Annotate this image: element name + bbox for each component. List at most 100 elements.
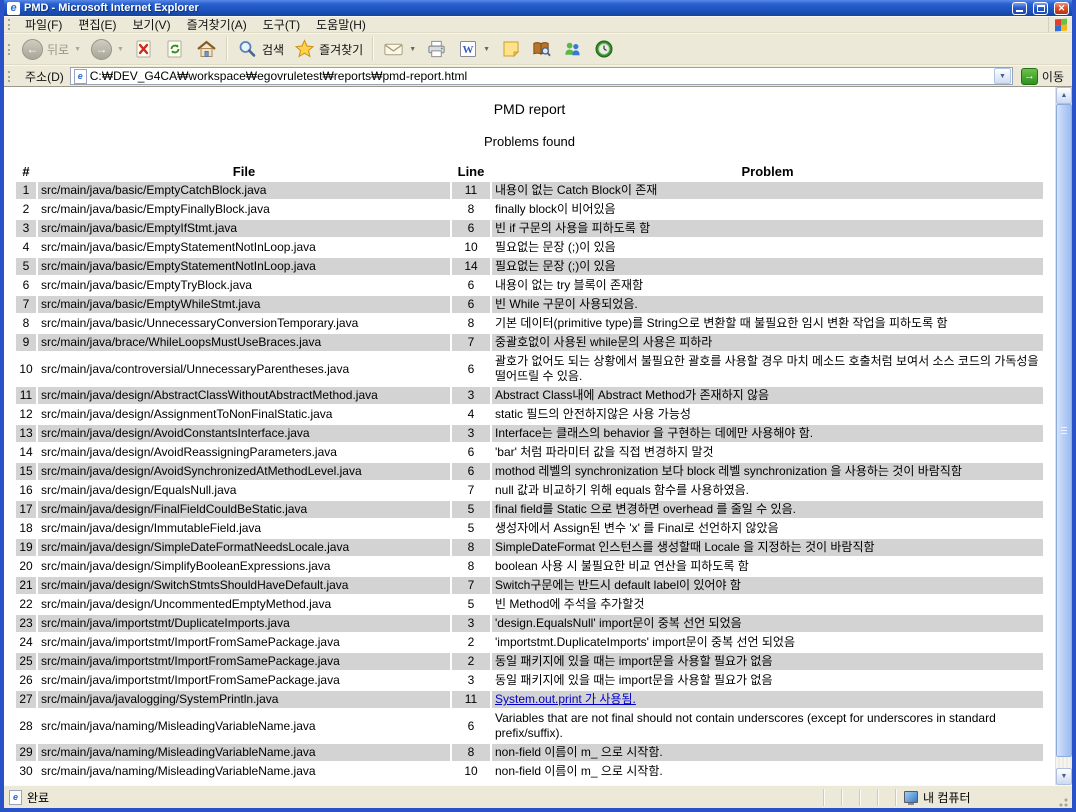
menu-item[interactable]: 파일(F) — [17, 17, 70, 33]
back-dropdown-icon: ▼ — [74, 46, 81, 53]
row-file: src/main/java/importstmt/ImportFromSameP… — [38, 653, 450, 670]
scroll-down-button[interactable]: ▼ — [1056, 768, 1072, 785]
row-problem: Interface는 클래스의 behavior 을 구현하는 데에만 사용해야… — [495, 426, 813, 440]
row-problem: non-field 이름이 m_ 으로 시작함. — [495, 745, 663, 759]
row-file: src/main/java/basic/EmptyWhileStmt.java — [38, 296, 450, 313]
scroll-up-button[interactable]: ▲ — [1056, 87, 1072, 104]
go-arrow-icon: → — [1021, 68, 1038, 85]
menu-item[interactable]: 즐겨찾기(A) — [179, 17, 255, 33]
maximize-button[interactable] — [1033, 2, 1048, 15]
my-computer-icon — [904, 791, 918, 803]
row-number: 8 — [16, 315, 36, 332]
row-file: src/main/java/naming/MisleadingVariableN… — [38, 710, 450, 742]
row-problem: finally block이 비어있음 — [495, 202, 616, 216]
minimize-button[interactable] — [1012, 2, 1027, 15]
row-line: 3 — [452, 387, 490, 404]
table-row: 29 src/main/java/naming/MisleadingVariab… — [16, 744, 1043, 761]
row-number: 4 — [16, 239, 36, 256]
addressbar-grip[interactable] — [8, 71, 13, 82]
print-button[interactable] — [421, 35, 452, 63]
row-number: 20 — [16, 558, 36, 575]
table-row: 8 src/main/java/basic/UnnecessaryConvers… — [16, 315, 1043, 332]
row-problem: non-field 이름이 m_ 으로 시작함. — [495, 764, 663, 778]
svg-text:W: W — [462, 44, 473, 56]
discuss-button[interactable] — [495, 35, 526, 63]
address-dropdown-button[interactable]: ▼ — [994, 68, 1011, 84]
table-row: 1 src/main/java/basic/EmptyCatchBlock.ja… — [16, 182, 1043, 199]
row-problem: 기본 데이터(primitive type)를 String으로 변환할 때 불… — [495, 316, 948, 330]
status-pane — [859, 789, 877, 806]
stop-icon — [134, 39, 155, 60]
address-input[interactable]: e C:₩DEV_G4CA₩workspace₩egovruletest₩rep… — [70, 67, 1013, 85]
research-button[interactable] — [526, 35, 557, 63]
edit-dropdown-icon: ▼ — [483, 46, 490, 53]
row-line: 4 — [452, 406, 490, 423]
row-line: 5 — [452, 596, 490, 613]
stop-button[interactable] — [129, 35, 160, 63]
menu-item[interactable]: 편집(E) — [70, 17, 124, 33]
go-button[interactable]: → 이동 — [1021, 68, 1064, 85]
search-label: 검색 — [262, 41, 284, 58]
row-line: 8 — [452, 558, 490, 575]
mail-button[interactable]: ▼ — [378, 35, 421, 63]
status-text: 완료 — [27, 789, 49, 806]
close-button[interactable]: ✕ — [1054, 2, 1069, 15]
row-number: 5 — [16, 258, 36, 275]
row-number: 19 — [16, 539, 36, 556]
row-number: 24 — [16, 634, 36, 651]
row-line: 6 — [452, 353, 490, 385]
row-number: 28 — [16, 710, 36, 742]
row-line: 2 — [452, 634, 490, 651]
row-file: src/main/java/design/SimplifyBooleanExpr… — [38, 558, 450, 575]
scroll-thumb[interactable] — [1056, 104, 1072, 757]
scroll-track[interactable] — [1056, 104, 1072, 768]
status-pane — [841, 789, 859, 806]
browser-window: e PMD - Microsoft Internet Explorer ✕ 파일… — [0, 0, 1076, 812]
page-icon: e — [74, 69, 87, 84]
row-file: src/main/java/naming/MisleadingVariableN… — [38, 763, 450, 780]
table-row: 30 src/main/java/naming/MisleadingVariab… — [16, 763, 1043, 780]
vertical-scrollbar[interactable]: ▲ ▼ — [1055, 87, 1072, 785]
row-problem: Abstract Class내에 Abstract Method가 존재하지 않… — [495, 388, 769, 402]
row-problem: final field를 Static 으로 변경하면 overhead 를 줄… — [495, 502, 796, 516]
table-row: 7 src/main/java/basic/EmptyWhileStmt.jav… — [16, 296, 1043, 313]
favorites-button[interactable]: 즐겨찾기 — [289, 35, 368, 63]
security-zone-pane: 내 컴퓨터 — [895, 789, 1055, 806]
problem-link[interactable]: System.out.print 가 사용됨. — [495, 692, 636, 706]
row-file: src/main/java/design/AvoidReassigningPar… — [38, 444, 450, 461]
history-button[interactable] — [588, 35, 619, 63]
menu-item[interactable]: 보기(V) — [124, 17, 178, 33]
word-icon: W — [457, 39, 478, 60]
back-button[interactable]: ← 뒤로 ▼ — [17, 35, 86, 63]
refresh-button[interactable] — [160, 35, 191, 63]
table-row: 26 src/main/java/importstmt/ImportFromSa… — [16, 672, 1043, 689]
table-row: 25 src/main/java/importstmt/ImportFromSa… — [16, 653, 1043, 670]
row-problem: 'importstmt.DuplicateImports' import문이 중… — [495, 635, 795, 649]
row-number: 9 — [16, 334, 36, 351]
toolbar-grip-2[interactable] — [8, 44, 13, 55]
search-button[interactable]: 검색 — [232, 35, 289, 63]
row-number: 29 — [16, 744, 36, 761]
resize-grip[interactable] — [1055, 794, 1069, 808]
header-file: File — [38, 163, 450, 180]
row-line: 6 — [452, 710, 490, 742]
row-line: 6 — [452, 444, 490, 461]
forward-button[interactable]: → ▼ — [86, 35, 129, 63]
messenger-button[interactable] — [557, 35, 588, 63]
home-button[interactable] — [191, 35, 222, 63]
menu-item[interactable]: 도움말(H) — [308, 17, 374, 33]
table-row: 17 src/main/java/design/FinalFieldCouldB… — [16, 501, 1043, 518]
row-problem: 동일 패키지에 있을 때는 import문을 사용할 필요가 없음 — [495, 654, 772, 668]
row-line: 8 — [452, 315, 490, 332]
back-label: 뒤로 — [47, 41, 69, 58]
row-line: 8 — [452, 201, 490, 218]
table-row: 27 src/main/java/javalogging/SystemPrint… — [16, 691, 1043, 708]
favorites-label: 즐겨찾기 — [319, 41, 363, 58]
menu-item[interactable]: 도구(T) — [255, 17, 308, 33]
edit-with-word-button[interactable]: W ▼ — [452, 35, 495, 63]
row-file: src/main/java/design/AvoidConstantsInter… — [38, 425, 450, 442]
table-header-row: # File Line Problem — [16, 163, 1043, 180]
table-row: 9 src/main/java/brace/WhileLoopsMustUseB… — [16, 334, 1043, 351]
toolbar-grip[interactable] — [8, 19, 13, 30]
row-problem: Switch구문에는 반드시 default label이 있어야 함 — [495, 578, 741, 592]
